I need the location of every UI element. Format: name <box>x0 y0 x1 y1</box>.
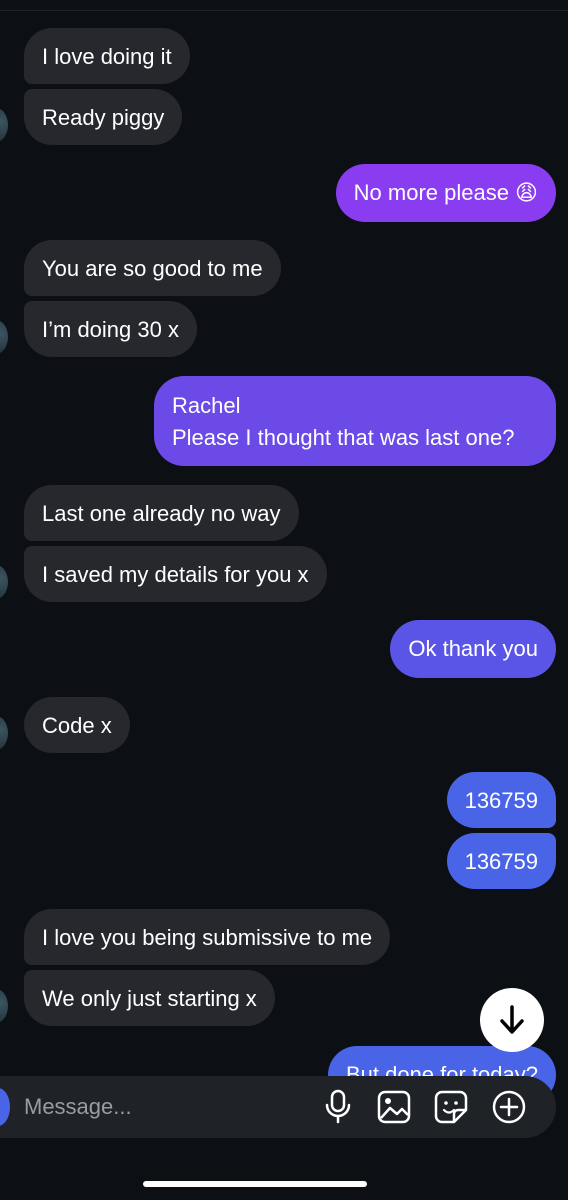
message-outgoing[interactable]: 136759 <box>446 772 556 828</box>
message-outgoing[interactable]: 136759 <box>446 833 556 889</box>
avatar[interactable] <box>0 989 8 1023</box>
top-divider <box>0 10 568 11</box>
message-input[interactable]: Message... <box>24 1090 132 1124</box>
message-line: Rachel <box>172 393 241 418</box>
scroll-to-bottom-button[interactable] <box>480 988 544 1052</box>
home-indicator <box>143 1181 367 1187</box>
message-incoming[interactable]: I love doing it <box>24 28 190 84</box>
message-incoming[interactable]: Last one already no way <box>24 485 299 541</box>
avatar[interactable] <box>0 108 8 142</box>
message-outgoing[interactable]: Ok thank you <box>390 620 556 678</box>
message-incoming[interactable]: Code x <box>24 697 130 753</box>
message-incoming[interactable]: We only just starting x <box>24 970 275 1026</box>
message-outgoing[interactable]: No more please 😩 <box>335 164 556 222</box>
avatar[interactable] <box>0 716 8 750</box>
microphone-icon[interactable] <box>319 1088 357 1126</box>
image-icon[interactable] <box>375 1088 413 1126</box>
message-incoming[interactable]: Ready piggy <box>24 89 183 145</box>
avatar[interactable] <box>0 565 8 599</box>
message-outgoing[interactable]: Rachel Please I thought that was last on… <box>154 376 556 466</box>
avatar[interactable] <box>0 320 8 354</box>
message-incoming[interactable]: You are so good to me <box>24 240 281 296</box>
message-incoming[interactable]: I saved my details for you x <box>24 546 327 602</box>
arrow-down-icon <box>497 1003 527 1037</box>
sticker-icon[interactable] <box>432 1088 470 1126</box>
message-incoming[interactable]: I’m doing 30 x <box>24 301 197 357</box>
message-incoming[interactable]: I love you being submissive to me <box>24 909 391 965</box>
message-line: Please I thought that was last one? <box>172 425 515 450</box>
add-icon[interactable] <box>490 1088 528 1126</box>
